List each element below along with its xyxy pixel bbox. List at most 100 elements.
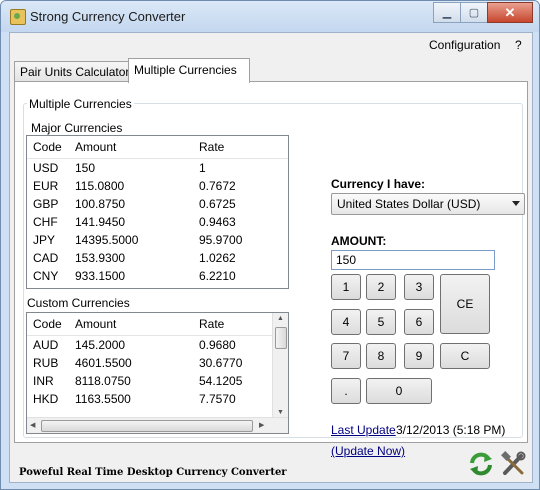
table-row[interactable]: USD 150 1 <box>27 159 288 177</box>
scroll-right-icon[interactable]: ▶ <box>259 421 264 429</box>
code-cell: USD <box>33 161 59 175</box>
table-row[interactable]: EUR 115.0800 0.7672 <box>27 177 288 195</box>
amount-cell: 141.9450 <box>75 215 126 229</box>
key-6-button[interactable]: 6 <box>404 309 434 335</box>
table-row[interactable]: INR 8118.0750 54.1205 <box>27 372 288 390</box>
group-title: Multiple Currencies <box>27 97 134 111</box>
rate-cell: 0.7672 <box>199 179 236 193</box>
decimal-point-button[interactable]: . <box>331 378 361 404</box>
table-row[interactable]: CAD 153.9300 1.0262 <box>27 249 288 267</box>
column-rate[interactable]: Rate <box>193 136 283 158</box>
scroll-left-icon[interactable]: ◀ <box>30 421 35 429</box>
rate-cell: 95.9700 <box>199 233 243 247</box>
amount-cell: 14395.5000 <box>75 233 139 247</box>
column-amount[interactable]: Amount <box>69 136 193 158</box>
menu-help[interactable]: ? <box>515 38 522 52</box>
tab-page-multiple-currencies: Multiple Currencies Major Currencies Cod… <box>14 81 528 458</box>
amount-cell: 153.9300 <box>75 251 126 265</box>
column-code[interactable]: Code <box>27 313 69 335</box>
table-row[interactable]: CNY 933.1500 6.2210 <box>27 267 288 285</box>
app-icon <box>10 9 26 25</box>
tab-multiple-currencies[interactable]: Multiple Currencies <box>128 58 250 83</box>
tools-icon[interactable] <box>500 451 528 477</box>
horizontal-scrollbar[interactable]: ◀ ▶ <box>27 417 288 433</box>
rate-cell: 30.6770 <box>199 356 243 370</box>
last-update-timestamp: 3/12/2013 (5:18 PM) <box>396 423 506 437</box>
table-row[interactable]: GBP 100.8750 0.6725 <box>27 195 288 213</box>
footer-tagline: Poweful Real Time Desktop Currency Conve… <box>19 467 287 478</box>
horizontal-scroll-thumb[interactable] <box>41 420 253 432</box>
rate-cell: 1 <box>199 161 206 175</box>
amount-cell: 4601.5500 <box>75 356 132 370</box>
key-1-button[interactable]: 1 <box>331 274 361 300</box>
client-area: Configuration ? Pair Units Calculator Mu… <box>9 32 533 483</box>
column-amount[interactable]: Amount <box>69 313 193 335</box>
amount-cell: 933.1500 <box>75 269 126 283</box>
key-8-button[interactable]: 8 <box>366 343 396 369</box>
rate-cell: 0.6725 <box>199 197 236 211</box>
custom-currencies-label: Custom Currencies <box>27 296 130 310</box>
key-3-button[interactable]: 3 <box>404 274 434 300</box>
title-bar[interactable]: Strong Currency Converter ▁ ▢ ✕ <box>1 1 539 32</box>
key-9-button[interactable]: 9 <box>404 343 434 369</box>
column-rate[interactable]: Rate <box>193 313 283 335</box>
maximize-icon[interactable]: ▢ <box>460 2 488 23</box>
scroll-up-icon[interactable]: ▲ <box>277 315 284 322</box>
rate-cell: 7.7570 <box>199 392 236 406</box>
tab-pair-units-calculator[interactable]: Pair Units Calculator <box>14 61 133 82</box>
code-cell: RUB <box>33 356 59 370</box>
code-cell: GBP <box>33 197 59 211</box>
rate-cell: 0.9680 <box>199 338 236 352</box>
key-2-button[interactable]: 2 <box>366 274 396 300</box>
table-row[interactable]: CHF 141.9450 0.9463 <box>27 213 288 231</box>
code-cell: CAD <box>33 251 59 265</box>
custom-list-header: Code Amount Rate <box>27 313 288 336</box>
key-4-button[interactable]: 4 <box>331 309 361 335</box>
vertical-scroll-thumb[interactable] <box>275 327 287 349</box>
amount-input[interactable] <box>331 250 495 270</box>
chevron-down-icon <box>512 201 520 206</box>
clear-button[interactable]: C <box>440 343 490 369</box>
key-0-button[interactable]: 0 <box>366 378 432 404</box>
last-update-link[interactable]: Last Update <box>331 423 396 437</box>
code-cell: HKD <box>33 392 59 406</box>
clear-entry-button[interactable]: CE <box>440 274 490 334</box>
amount-cell: 100.8750 <box>75 197 126 211</box>
code-cell: AUD <box>33 338 59 352</box>
amount-cell: 115.0800 <box>75 179 125 193</box>
table-row[interactable]: JPY 14395.5000 95.9700 <box>27 231 288 249</box>
table-row[interactable]: RUB 4601.5500 30.6770 <box>27 354 288 372</box>
minimize-icon[interactable]: ▁ <box>433 2 461 23</box>
vertical-scrollbar[interactable]: ▲ ▼ <box>272 313 288 433</box>
key-5-button[interactable]: 5 <box>366 309 396 335</box>
currency-have-select[interactable]: United States Dollar (USD) <box>331 193 525 215</box>
custom-currencies-list[interactable]: Code Amount Rate AUD 145.2000 0.9680 RUB 46… <box>26 312 289 434</box>
amount-cell: 150 <box>75 161 96 175</box>
update-now-link[interactable]: (Update Now) <box>331 444 405 458</box>
amount-label: AMOUNT: <box>331 234 387 248</box>
table-row[interactable]: AUD 145.2000 0.9680 <box>27 336 288 354</box>
currency-have-label: Currency I have: <box>331 177 426 191</box>
menu-bar: Configuration ? <box>10 33 532 55</box>
major-list-header: Code Amount Rate <box>27 136 288 159</box>
app-window: Strong Currency Converter ▁ ▢ ✕ Configur… <box>0 0 540 490</box>
table-row[interactable]: HKD 1163.5500 7.7570 <box>27 390 288 408</box>
major-currencies-label: Major Currencies <box>31 121 123 135</box>
menu-configuration[interactable]: Configuration <box>429 38 500 52</box>
close-icon[interactable]: ✕ <box>487 2 533 23</box>
code-cell: CHF <box>33 215 58 229</box>
scroll-down-icon[interactable]: ▼ <box>277 409 284 416</box>
rate-cell: 1.0262 <box>199 251 236 265</box>
code-cell: EUR <box>33 179 59 193</box>
amount-cell: 8118.0750 <box>75 374 131 388</box>
amount-cell: 145.2000 <box>75 338 126 352</box>
rate-cell: 54.1205 <box>199 374 243 388</box>
currency-have-selected: United States Dollar (USD) <box>337 197 481 211</box>
code-cell: INR <box>33 374 54 388</box>
key-7-button[interactable]: 7 <box>331 343 361 369</box>
code-cell: CNY <box>33 269 59 283</box>
column-code[interactable]: Code <box>27 136 69 158</box>
window-controls: ▁ ▢ ✕ <box>433 2 533 23</box>
refresh-icon[interactable] <box>467 451 495 477</box>
major-currencies-list[interactable]: Code Amount Rate USD 150 1 EUR 115.0800 0.76… <box>26 135 289 289</box>
